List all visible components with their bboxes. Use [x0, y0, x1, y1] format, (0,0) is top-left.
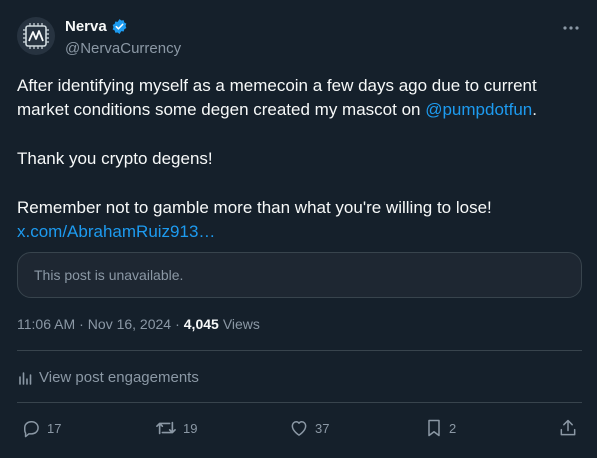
quoted-post-text: This post is unavailable.	[34, 267, 184, 283]
meta-separator-2: ·	[175, 316, 180, 332]
post-paragraph-2: Thank you crypto degens!	[17, 149, 213, 168]
tweet: Nerva @NervaCurrency After identifying m…	[0, 0, 597, 458]
view-engagements-label: View post engagements	[39, 369, 199, 386]
mention-link[interactable]: @pumpdotfun	[425, 100, 532, 119]
post-text: After identifying myself as a memecoin a…	[17, 74, 582, 244]
share-icon	[560, 419, 576, 436]
more-dots-icon	[563, 26, 579, 30]
share-button[interactable]	[558, 414, 578, 442]
post-meta: 11:06 AM · Nov 16, 2024 · 4,045 Views	[17, 316, 260, 332]
post-paragraph-1: After identifying myself as a memecoin a…	[17, 74, 582, 122]
action-bar: 17 19 37 2	[17, 414, 582, 442]
post-time[interactable]: 11:06 AM	[17, 316, 75, 332]
reply-button[interactable]: 17	[21, 414, 61, 442]
meta-separator: ·	[79, 316, 84, 332]
bookmark-button[interactable]: 2	[425, 414, 456, 442]
post-text-line1-end: .	[532, 100, 537, 119]
nerva-logo-icon	[23, 23, 49, 49]
quoted-post-unavailable: This post is unavailable.	[17, 252, 582, 298]
divider	[17, 402, 582, 403]
author-display-name[interactable]: Nerva	[65, 18, 107, 35]
views-label: Views	[222, 316, 260, 332]
heart-icon	[291, 421, 307, 436]
post-date[interactable]: Nov 16, 2024	[88, 316, 171, 332]
repost-button[interactable]: 19	[155, 414, 197, 442]
bookmark-count: 2	[449, 420, 457, 436]
like-button[interactable]: 37	[289, 414, 329, 442]
repost-icon	[156, 421, 176, 435]
views-count: 4,045	[183, 316, 219, 332]
repost-count: 19	[183, 420, 198, 436]
reply-icon	[24, 421, 39, 438]
divider	[17, 350, 582, 351]
post-paragraph-3: Remember not to gamble more than what yo…	[17, 198, 492, 217]
analytics-icon	[19, 371, 32, 385]
verified-badge-icon	[112, 19, 127, 34]
reply-count: 17	[47, 420, 62, 436]
avatar[interactable]	[17, 17, 55, 55]
like-count: 37	[315, 420, 330, 436]
view-engagements-button[interactable]: View post engagements	[17, 369, 199, 386]
external-link[interactable]: x.com/AbrahamRuiz913…	[17, 222, 215, 241]
bookmark-icon	[428, 419, 440, 437]
author-name-row: Nerva	[65, 18, 128, 35]
more-options-button[interactable]	[561, 18, 581, 38]
author-handle[interactable]: @NervaCurrency	[65, 40, 181, 57]
